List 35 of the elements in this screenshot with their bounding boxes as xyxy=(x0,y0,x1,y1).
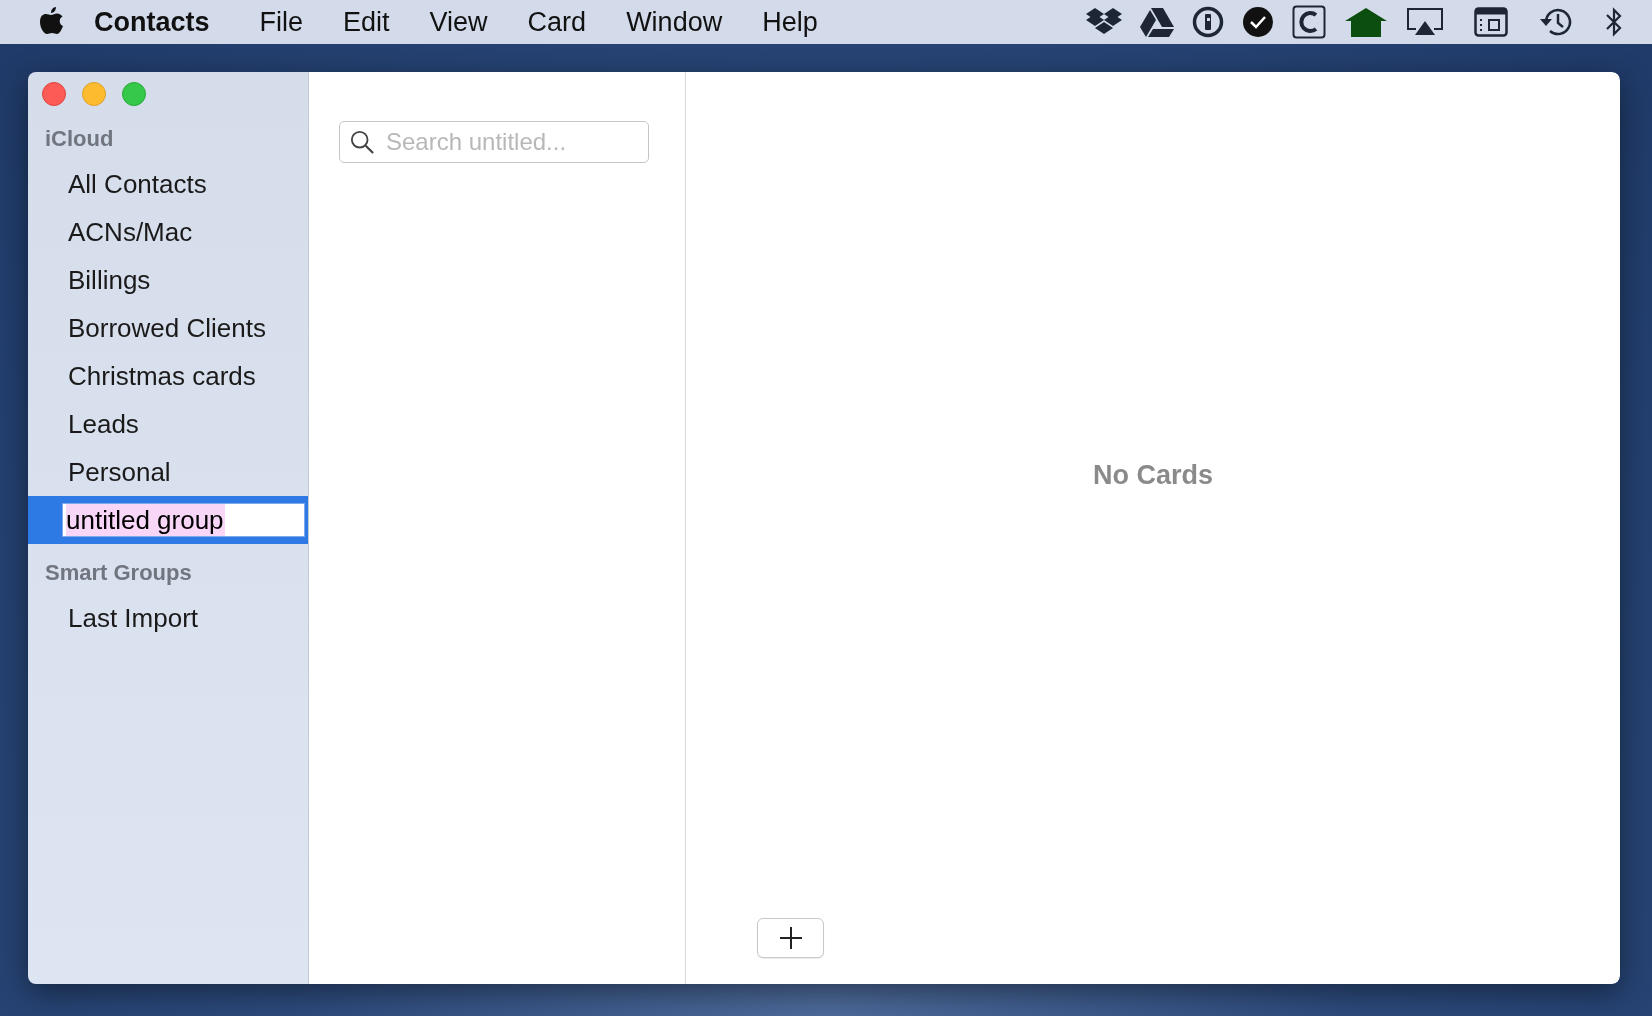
sidebar-item[interactable]: Last Import xyxy=(28,594,308,642)
house-icon[interactable] xyxy=(1344,7,1388,37)
sidebar-item[interactable]: All Contacts xyxy=(28,160,308,208)
add-button[interactable] xyxy=(757,918,824,958)
search-icon xyxy=(350,130,374,154)
menu-item[interactable]: Card xyxy=(527,6,587,38)
screen-triangle-icon[interactable] xyxy=(1406,7,1444,37)
sidebar-item[interactable]: ACNs/Mac xyxy=(28,208,308,256)
sidebar-item[interactable]: Christmas cards xyxy=(28,352,308,400)
rename-field[interactable]: untitled group xyxy=(62,503,305,537)
menu-item[interactable]: Edit xyxy=(343,6,390,38)
plus-icon xyxy=(778,926,803,950)
menu-item[interactable]: Window xyxy=(626,6,723,38)
search-field[interactable]: Search untitled... xyxy=(339,121,649,163)
sidebar-item[interactable]: Billings xyxy=(28,256,308,304)
menu-item[interactable]: View xyxy=(429,6,488,38)
section-heading: Smart Groups xyxy=(44,559,193,587)
triangle-icon[interactable] xyxy=(1140,7,1174,37)
check-circle-icon[interactable] xyxy=(1242,6,1274,38)
sidebar-item[interactable]: Leads xyxy=(28,400,308,448)
sidebar-item-selected-row[interactable]: untitled group xyxy=(28,496,308,544)
app-menu[interactable]: Contacts xyxy=(94,6,210,38)
menu-item[interactable]: Help xyxy=(762,6,818,38)
bluetooth-icon[interactable] xyxy=(1604,6,1624,38)
keyboard-window-icon[interactable] xyxy=(1474,7,1508,37)
square-c-icon[interactable] xyxy=(1292,5,1326,39)
clock-arrow-icon[interactable] xyxy=(1538,6,1574,38)
empty-message: No Cards xyxy=(1093,459,1213,491)
menu-item[interactable]: File xyxy=(259,6,304,38)
section-heading: iCloud xyxy=(44,125,115,153)
sidebar-item[interactable]: Personal xyxy=(28,448,308,496)
sidebar-item[interactable]: Borrowed Clients xyxy=(28,304,308,352)
close-button[interactable] xyxy=(42,82,66,106)
keyhole-circle-icon[interactable] xyxy=(1192,6,1224,38)
apple-logo-icon[interactable] xyxy=(38,7,64,37)
